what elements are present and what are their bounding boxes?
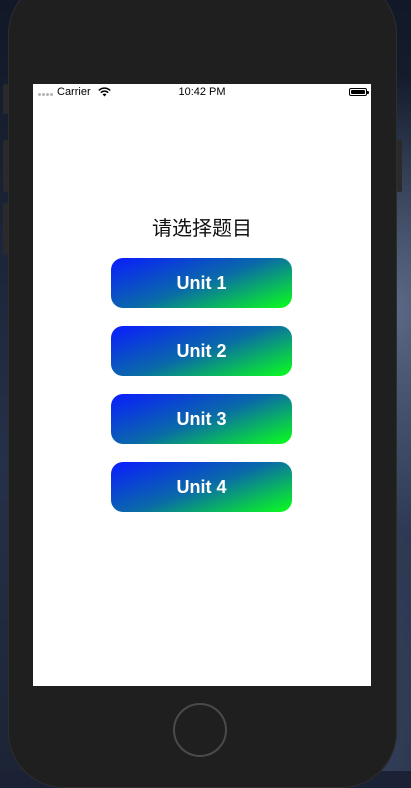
volume-up-button <box>3 140 8 192</box>
app-screen: Carrier 10:42 PM 请选择题目 Unit 1 Unit 2 Uni… <box>33 84 371 686</box>
unit-3-button[interactable]: Unit 3 <box>111 394 292 444</box>
unit-1-button[interactable]: Unit 1 <box>111 258 292 308</box>
page-title: 请选择题目 <box>152 216 252 240</box>
battery-icon <box>349 88 369 96</box>
home-button[interactable] <box>173 703 227 757</box>
status-bar: Carrier 10:42 PM <box>33 84 371 102</box>
unit-4-button[interactable]: Unit 4 <box>111 462 292 512</box>
unit-button-list: Unit 1 Unit 2 Unit 3 Unit 4 <box>111 258 292 530</box>
power-button <box>397 140 402 192</box>
mute-switch <box>3 84 8 114</box>
volume-down-button <box>3 203 8 255</box>
status-time: 10:42 PM <box>178 86 226 98</box>
unit-2-button[interactable]: Unit 2 <box>111 326 292 376</box>
